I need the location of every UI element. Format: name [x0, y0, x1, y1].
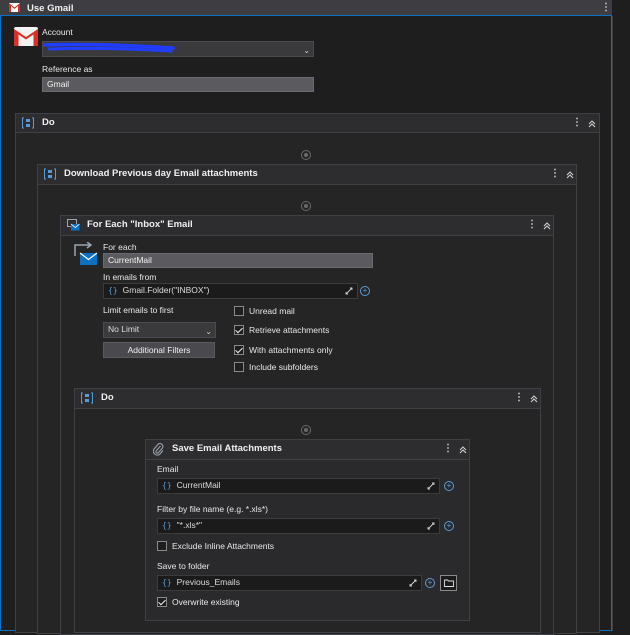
sequence-icon	[44, 168, 56, 180]
add-activity-icon[interactable]	[301, 150, 311, 160]
add-circle-icon[interactable]: +	[360, 286, 370, 296]
expand-icon[interactable]	[345, 287, 353, 295]
expression-icon: {}	[162, 481, 172, 490]
more-options-icon[interactable]: ⋮	[601, 2, 611, 14]
include-subfolders-label: Include subfolders	[249, 362, 318, 372]
foreach-title: For Each "Inbox" Email	[87, 219, 193, 230]
exclude-inline-checkbox[interactable]	[157, 541, 167, 551]
folder-field[interactable]: {} Previous_Emails	[157, 575, 422, 591]
do-outer-title: Do	[42, 117, 55, 128]
sequence-icon	[81, 392, 93, 404]
collapse-icon[interactable]	[587, 118, 597, 130]
download-header[interactable]: Download Previous day Email attachments …	[38, 165, 576, 185]
limit-value: No Limit	[108, 324, 140, 334]
overwrite-label: Overwrite existing	[172, 597, 240, 607]
do-inner-header[interactable]: Do ⋮	[75, 389, 540, 409]
retrieve-attachments-label: Retrieve attachments	[249, 325, 330, 335]
with-attachments-checkbox[interactable]	[234, 345, 244, 355]
collapse-icon[interactable]	[565, 169, 575, 181]
add-activity-icon[interactable]	[301, 425, 311, 435]
paperclip-icon	[153, 443, 164, 456]
gmail-icon	[9, 3, 20, 12]
account-dropdown[interactable]: ⌄	[42, 41, 314, 57]
add-circle-icon[interactable]: +	[444, 521, 454, 531]
email-value: CurrentMail	[176, 480, 221, 490]
expand-icon[interactable]	[409, 579, 417, 587]
foreach-header[interactable]: For Each "Inbox" Email ⋮	[61, 216, 553, 236]
do-inner-title: Do	[101, 392, 114, 403]
save-header[interactable]: Save Email Attachments ⋮	[146, 440, 469, 460]
more-options-icon[interactable]: ⋮	[550, 168, 560, 180]
unread-mail-label: Unread mail	[249, 306, 295, 316]
filter-value: "*.xls*"	[176, 520, 203, 530]
collapse-icon[interactable]	[542, 220, 552, 232]
retrieve-attachments-checkbox[interactable]	[234, 325, 244, 335]
chevron-down-icon: ⌄	[303, 46, 310, 55]
overwrite-checkbox[interactable]	[157, 597, 167, 607]
limit-label: Limit emails to first	[103, 305, 174, 315]
do-outer-header[interactable]: Do ⋮	[16, 114, 599, 133]
redaction-scribble	[43, 42, 175, 53]
sequence-icon	[22, 117, 34, 129]
filter-field[interactable]: {} "*.xls*"	[157, 518, 440, 534]
folder-icon	[444, 579, 454, 587]
exclude-inline-label: Exclude Inline Attachments	[172, 541, 275, 551]
more-options-icon[interactable]: ⋮	[443, 443, 453, 455]
include-subfolders-checkbox[interactable]	[234, 362, 244, 372]
for-each-label: For each	[103, 242, 137, 252]
for-each-field[interactable]: CurrentMail	[103, 253, 373, 268]
add-circle-icon[interactable]: +	[444, 481, 454, 491]
expression-icon: {}	[108, 286, 118, 295]
account-label: Account	[42, 27, 73, 37]
with-attachments-label: With attachments only	[249, 345, 333, 355]
email-field[interactable]: {} CurrentMail	[157, 478, 440, 494]
folder-value: Previous_Emails	[176, 577, 240, 587]
folder-label: Save to folder	[157, 561, 210, 571]
use-gmail-title: Use Gmail	[27, 3, 74, 14]
email-label: Email	[157, 464, 179, 474]
reference-label: Reference as	[42, 64, 93, 74]
limit-dropdown[interactable]: No Limit ⌄	[103, 322, 216, 338]
expand-icon[interactable]	[427, 522, 435, 530]
chevron-down-icon: ⌄	[205, 327, 212, 336]
add-circle-icon[interactable]: +	[425, 578, 435, 588]
collapse-icon[interactable]	[458, 444, 468, 456]
loop-email-icon	[74, 242, 98, 265]
in-emails-field[interactable]: {} Gmail.Folder("INBOX")	[103, 283, 358, 299]
foreach-email-icon	[67, 219, 80, 231]
save-title: Save Email Attachments	[172, 443, 282, 454]
add-activity-icon[interactable]	[301, 201, 311, 211]
more-options-icon[interactable]: ⋮	[572, 117, 582, 129]
filter-label: Filter by file name (e.g. *.xls*)	[157, 504, 269, 514]
browse-folder-button[interactable]	[440, 575, 457, 591]
unread-mail-checkbox[interactable]	[234, 306, 244, 316]
more-options-icon[interactable]: ⋮	[514, 392, 524, 404]
in-emails-value: Gmail.Folder("INBOX")	[122, 285, 210, 295]
additional-filters-button[interactable]: Additional Filters	[103, 342, 215, 358]
collapse-icon[interactable]	[529, 393, 539, 405]
expand-icon[interactable]	[427, 482, 435, 490]
reference-field[interactable]: Gmail	[42, 77, 314, 92]
expression-icon: {}	[162, 578, 172, 587]
gmail-logo-icon	[14, 27, 38, 46]
in-emails-label: In emails from	[103, 272, 157, 282]
use-gmail-header[interactable]: Use Gmail ⋮	[0, 0, 612, 16]
more-options-icon[interactable]: ⋮	[527, 219, 537, 231]
download-title: Download Previous day Email attachments	[64, 168, 258, 179]
right-scroll-edge	[612, 16, 613, 631]
expression-icon: {}	[162, 521, 172, 530]
